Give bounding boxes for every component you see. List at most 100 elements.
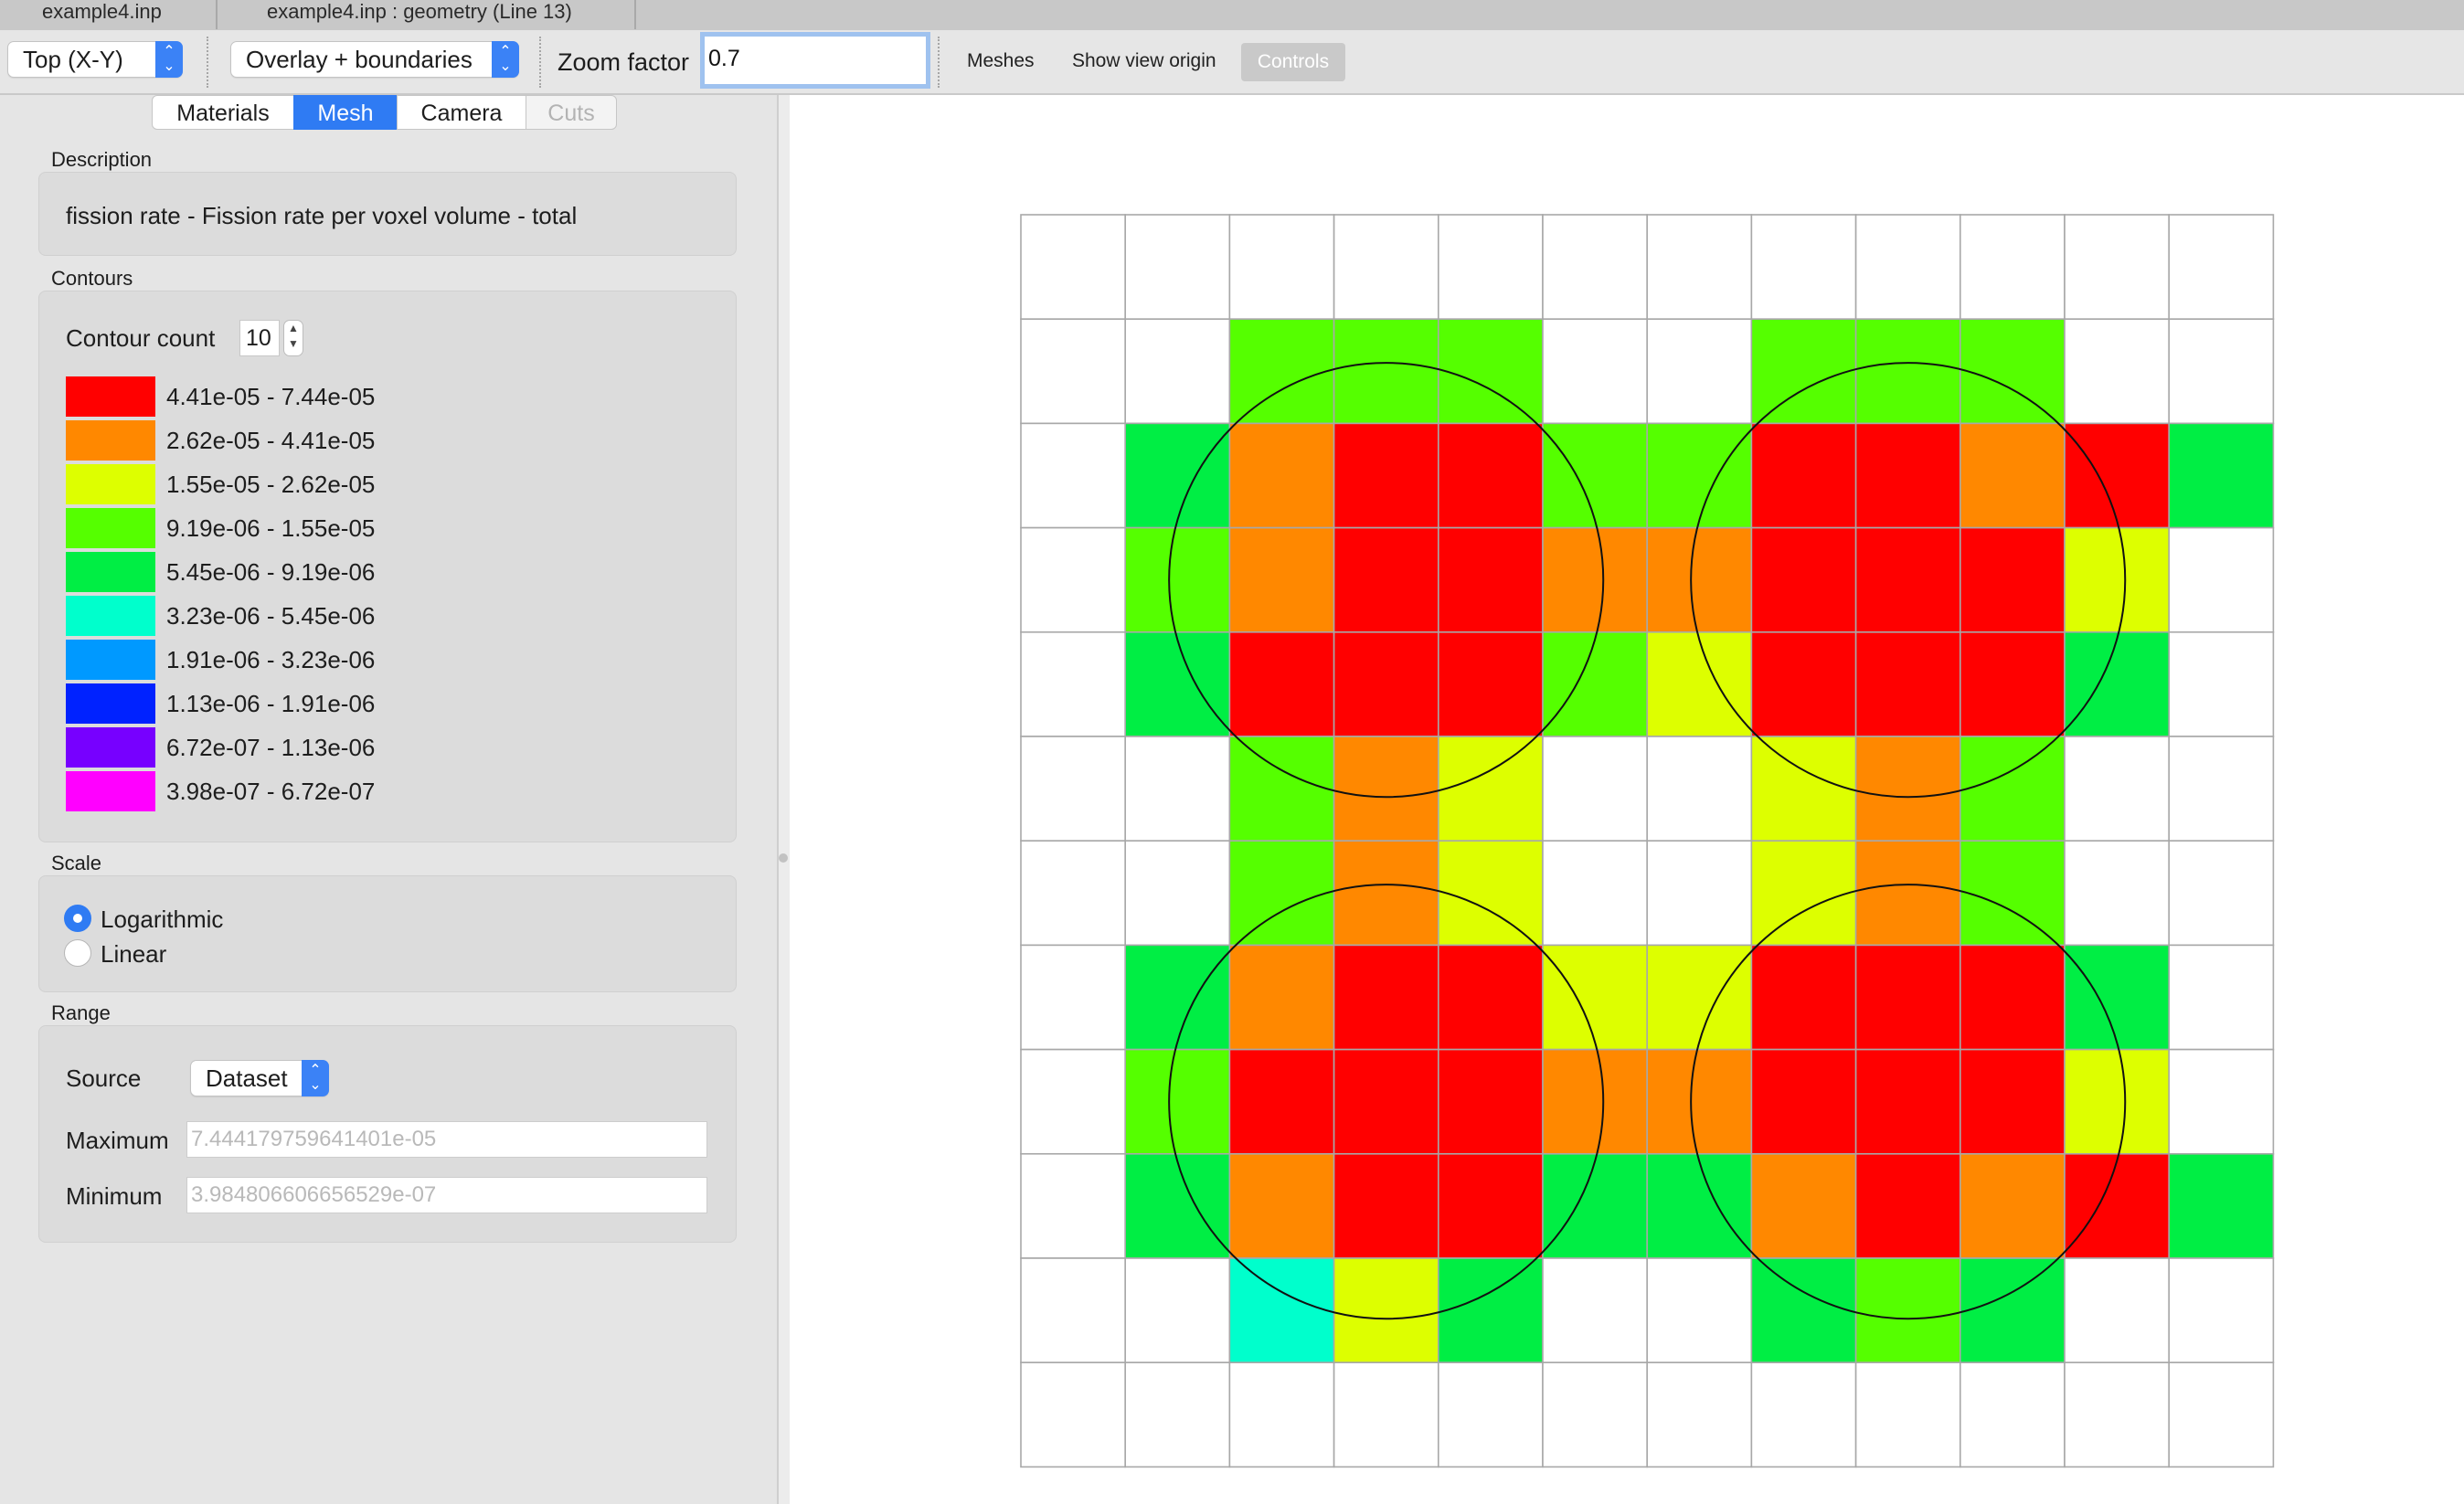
mesh-cell: [2064, 318, 2170, 425]
view-direction-select[interactable]: Top (X-Y) ⌃ ⌄: [7, 41, 183, 78]
geometry-viewport[interactable]: [790, 95, 2464, 1504]
contour-range-label: 9.19e-06 - 1.55e-05: [166, 514, 376, 542]
contour-color-swatch[interactable]: [66, 464, 155, 504]
mesh-cell: [1437, 1048, 1544, 1155]
contour-range-label: 2.62e-05 - 4.41e-05: [166, 427, 376, 454]
tab-camera[interactable]: Camera: [397, 95, 526, 130]
contour-color-swatch[interactable]: [66, 508, 155, 548]
view-direction-value: Top (X-Y): [23, 46, 123, 73]
range-section-label: Range: [51, 1001, 111, 1024]
mesh-cell: [1228, 1257, 1335, 1363]
mesh-cell: [1960, 1153, 2066, 1259]
mesh-cell: [1124, 840, 1231, 947]
mesh-cell: [1854, 736, 1961, 842]
select-arrows-icon: ⌃ ⌄: [302, 1060, 329, 1096]
range-source-select[interactable]: Dataset ⌃ ⌄: [190, 1060, 329, 1096]
mesh-cell: [1854, 1048, 1961, 1155]
zoom-factor-input[interactable]: 0.7: [700, 32, 930, 89]
mesh-cell: [2168, 630, 2275, 737]
panel-splitter-handle[interactable]: [779, 853, 788, 863]
mesh-cell: [1333, 318, 1439, 425]
contour-range-label: 6.72e-07 - 1.13e-06: [166, 734, 376, 761]
mesh-cell: [1960, 422, 2066, 529]
mesh-cell: [1333, 1257, 1439, 1363]
mesh-cell: [1646, 736, 1753, 842]
mesh-cell: [1020, 526, 1126, 633]
mesh-cell: [2064, 1153, 2170, 1259]
mesh-cell: [1646, 1048, 1753, 1155]
mesh-cell: [1124, 422, 1231, 529]
contour-color-swatch[interactable]: [66, 727, 155, 768]
tab-mesh[interactable]: Mesh: [293, 95, 398, 130]
mesh-cell: [1750, 1153, 1857, 1259]
scale-section-label: Scale: [51, 852, 102, 874]
contour-color-swatch[interactable]: [66, 771, 155, 811]
mesh-cell: [1542, 214, 1648, 320]
controls-button[interactable]: Controls: [1241, 43, 1345, 81]
mesh-cell: [1124, 1048, 1231, 1155]
contour-color-swatch[interactable]: [66, 683, 155, 724]
mesh-cell: [1542, 1153, 1648, 1259]
mesh-cell: [1750, 526, 1857, 633]
mesh-cell: [2064, 422, 2170, 529]
contour-range-label: 5.45e-06 - 9.19e-06: [166, 558, 376, 586]
mesh-cell: [1020, 736, 1126, 842]
contour-count-stepper[interactable]: 10 ▲ ▼: [239, 320, 305, 356]
linear-radio[interactable]: [64, 939, 91, 967]
tab-cuts: Cuts: [526, 95, 617, 130]
mesh-cell: [1124, 1257, 1231, 1363]
mesh-cell: [1228, 1153, 1335, 1259]
mesh-cell: [1646, 318, 1753, 425]
mesh-cell: [2168, 1153, 2275, 1259]
contour-color-swatch[interactable]: [66, 596, 155, 636]
mesh-cell: [1960, 630, 2066, 737]
mesh-cell: [1124, 1153, 1231, 1259]
tab-example4-inp[interactable]: example4.inp: [0, 0, 218, 29]
logarithmic-label[interactable]: Logarithmic: [101, 905, 223, 934]
show-view-origin-button[interactable]: Show view origin: [1072, 46, 1216, 77]
fission-rate-mesh-plot[interactable]: [790, 95, 2464, 1504]
mesh-cell: [1124, 214, 1231, 320]
linear-label[interactable]: Linear: [101, 939, 166, 969]
mesh-cell: [1124, 630, 1231, 737]
logarithmic-radio[interactable]: [64, 905, 91, 932]
mesh-cell: [1960, 1361, 2066, 1468]
minimum-field[interactable]: 3.984806606656529e-07: [186, 1177, 707, 1213]
mesh-cell: [1960, 840, 2066, 947]
contour-color-swatch[interactable]: [66, 640, 155, 680]
mesh-cell: [2064, 526, 2170, 633]
mesh-cell: [1960, 736, 2066, 842]
maximum-field[interactable]: 7.444179759641401e-05: [186, 1121, 707, 1158]
contour-range-label: 1.91e-06 - 3.23e-06: [166, 646, 376, 673]
mesh-cell: [1854, 840, 1961, 947]
mesh-cell: [1646, 1153, 1753, 1259]
mesh-cell: [1228, 1361, 1335, 1468]
mesh-cell: [1750, 214, 1857, 320]
mesh-cell: [1750, 1361, 1857, 1468]
zoom-factor-label: Zoom factor: [558, 48, 690, 76]
mesh-cell: [1228, 630, 1335, 737]
mesh-cell: [2064, 1361, 2170, 1468]
stepper-arrows-icon[interactable]: ▲ ▼: [283, 320, 303, 356]
contour-color-swatch[interactable]: [66, 552, 155, 592]
tab-example4-geometry[interactable]: example4.inp : geometry (Line 13): [218, 0, 636, 29]
range-source-value: Dataset: [206, 1064, 288, 1092]
mesh-cell: [1960, 1048, 2066, 1155]
contour-color-swatch[interactable]: [66, 376, 155, 417]
mesh-cell: [2064, 630, 2170, 737]
contour-count-value[interactable]: 10: [239, 320, 280, 356]
meshes-button[interactable]: Meshes: [967, 46, 1035, 77]
tab-materials[interactable]: Materials: [152, 95, 294, 130]
mesh-cell: [1020, 318, 1126, 425]
contour-color-swatch[interactable]: [66, 420, 155, 461]
maximum-label: Maximum: [66, 1127, 169, 1154]
mesh-cell: [1854, 630, 1961, 737]
overlay-mode-select[interactable]: Overlay + boundaries ⌃ ⌄: [230, 41, 519, 78]
contours-section-label: Contours: [51, 267, 133, 290]
mesh-cell: [1437, 944, 1544, 1051]
mesh-cell: [1333, 944, 1439, 1051]
mesh-cell: [2064, 1048, 2170, 1155]
mesh-cell: [1228, 1048, 1335, 1155]
mesh-cell: [1124, 318, 1231, 425]
mesh-cell: [1333, 630, 1439, 737]
